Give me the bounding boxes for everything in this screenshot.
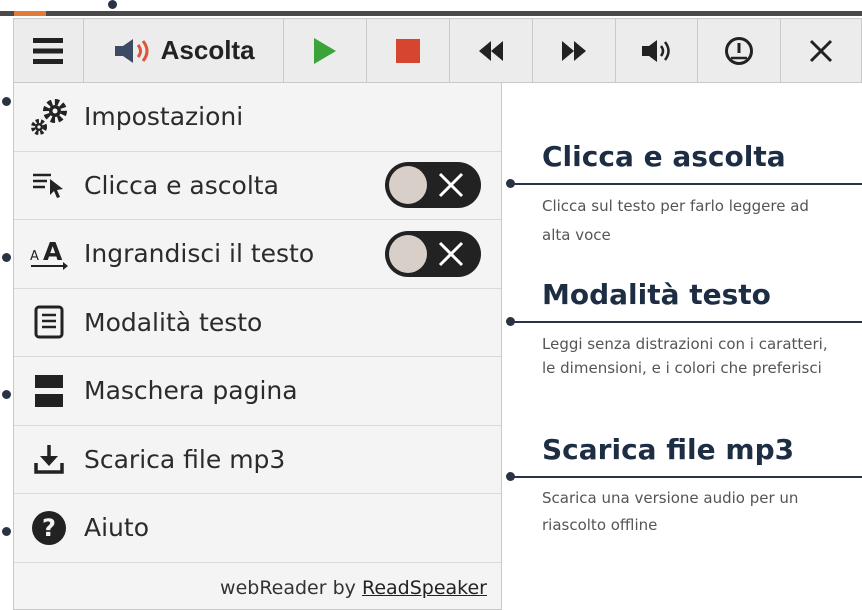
stop-icon <box>396 38 421 63</box>
rewind-button[interactable] <box>449 19 533 82</box>
play-icon <box>314 37 337 64</box>
text-mode-icon <box>34 305 64 339</box>
close-button[interactable] <box>781 19 862 82</box>
speed-gauge-icon <box>725 36 754 65</box>
fast-forward-icon <box>561 40 586 61</box>
speed-button[interactable] <box>698 19 782 82</box>
menu-item-label: Ingrandisci il testo <box>84 239 315 269</box>
settings-gears-icon <box>31 98 67 135</box>
stop-button[interactable] <box>367 19 450 82</box>
callout-desc-line: riascolto offline <box>542 516 658 534</box>
callout-line <box>510 321 862 323</box>
toggle-off-icon <box>438 173 464 198</box>
listen-label: Ascolta <box>160 35 255 65</box>
callout-desc-line: Scarica una versione audio per un <box>542 489 799 507</box>
forward-button[interactable] <box>532 19 616 82</box>
callout-desc-line: Clicca sul testo per farlo leggere ad <box>542 197 809 215</box>
menu-item-enlarge-text[interactable]: A A Ingrandisci il testo <box>14 220 501 289</box>
callout-click-listen: Clicca e ascolta Clicca sul testo per fa… <box>506 140 862 250</box>
callout-desc-line: Leggi senza distrazioni con i caratteri, <box>542 335 828 353</box>
pointer-dot <box>2 390 11 399</box>
callout-desc-line: alta voce <box>542 226 611 244</box>
callout-line <box>510 183 862 185</box>
menu-item-text-mode[interactable]: Modalità testo <box>14 289 501 357</box>
menu-item-label: Scarica file mp3 <box>84 444 286 474</box>
svg-text:?: ? <box>42 514 56 542</box>
click-listen-toggle[interactable] <box>385 162 481 209</box>
text-enlarge-icon: A A <box>30 238 68 270</box>
listen-button[interactable]: Ascolta <box>83 19 285 82</box>
rewind-icon <box>478 40 503 61</box>
callout-download-mp3: Scarica file mp3 Scarica una versione au… <box>506 433 862 543</box>
menu-item-label: Modalità testo <box>84 307 263 337</box>
callout-dot <box>506 317 515 326</box>
volume-icon <box>641 39 670 62</box>
toggle-knob <box>389 234 427 273</box>
menu-item-page-mask[interactable]: Maschera pagina <box>14 357 501 426</box>
menu-item-download-mp3[interactable]: Scarica file mp3 <box>14 426 501 494</box>
readspeaker-link[interactable]: ReadSpeaker <box>362 577 487 599</box>
menu-item-label: Clicca e ascolta <box>84 170 279 200</box>
close-icon <box>810 39 833 62</box>
click-pointer-icon <box>33 174 63 199</box>
menu-item-label: Maschera pagina <box>84 376 298 406</box>
pointer-dot <box>2 253 11 262</box>
speaker-icon <box>114 38 149 63</box>
menu-footer: webReader by ReadSpeaker <box>14 566 501 609</box>
svg-text:A: A <box>43 238 63 266</box>
callout-dot <box>506 472 515 481</box>
menu-item-label: Impostazioni <box>84 102 244 132</box>
menu-item-settings[interactable]: Impostazioni <box>14 83 501 152</box>
hamburger-icon <box>33 37 64 64</box>
page-mask-icon <box>35 374 63 407</box>
volume-button[interactable] <box>615 19 699 82</box>
webreader-toolbar: Ascolta <box>13 18 862 83</box>
callout-title: Scarica file mp3 <box>542 433 795 466</box>
callout-dot <box>506 179 515 188</box>
callout-title: Modalità testo <box>542 278 771 311</box>
menu-button[interactable] <box>14 19 84 82</box>
callout-desc-line: le dimensioni, e i colori che preferisci <box>542 359 822 377</box>
menu-item-label: Aiuto <box>84 513 149 543</box>
menu-item-click-listen[interactable]: Clicca e ascolta <box>14 152 501 220</box>
play-button[interactable] <box>284 19 368 82</box>
download-icon <box>34 445 64 474</box>
toggle-off-icon <box>438 241 464 266</box>
callout-line <box>510 476 862 478</box>
toggle-knob <box>389 166 427 205</box>
top-border <box>0 11 862 16</box>
top-accent-orange <box>14 11 46 16</box>
pointer-dot <box>2 97 11 106</box>
settings-menu: Impostazioni Clicca e ascolta A A Ingran… <box>13 83 502 610</box>
help-icon: ? <box>32 510 66 545</box>
svg-text:A: A <box>30 249 39 264</box>
pointer-dot <box>2 527 11 536</box>
pointer-dot <box>108 0 117 9</box>
menu-item-help[interactable]: ? Aiuto <box>14 494 501 563</box>
callout-text-mode: Modalità testo Leggi senza distrazioni c… <box>506 278 862 388</box>
enlarge-text-toggle[interactable] <box>385 230 481 277</box>
callout-title: Clicca e ascolta <box>542 140 786 173</box>
footer-prefix: webReader by <box>220 576 356 599</box>
